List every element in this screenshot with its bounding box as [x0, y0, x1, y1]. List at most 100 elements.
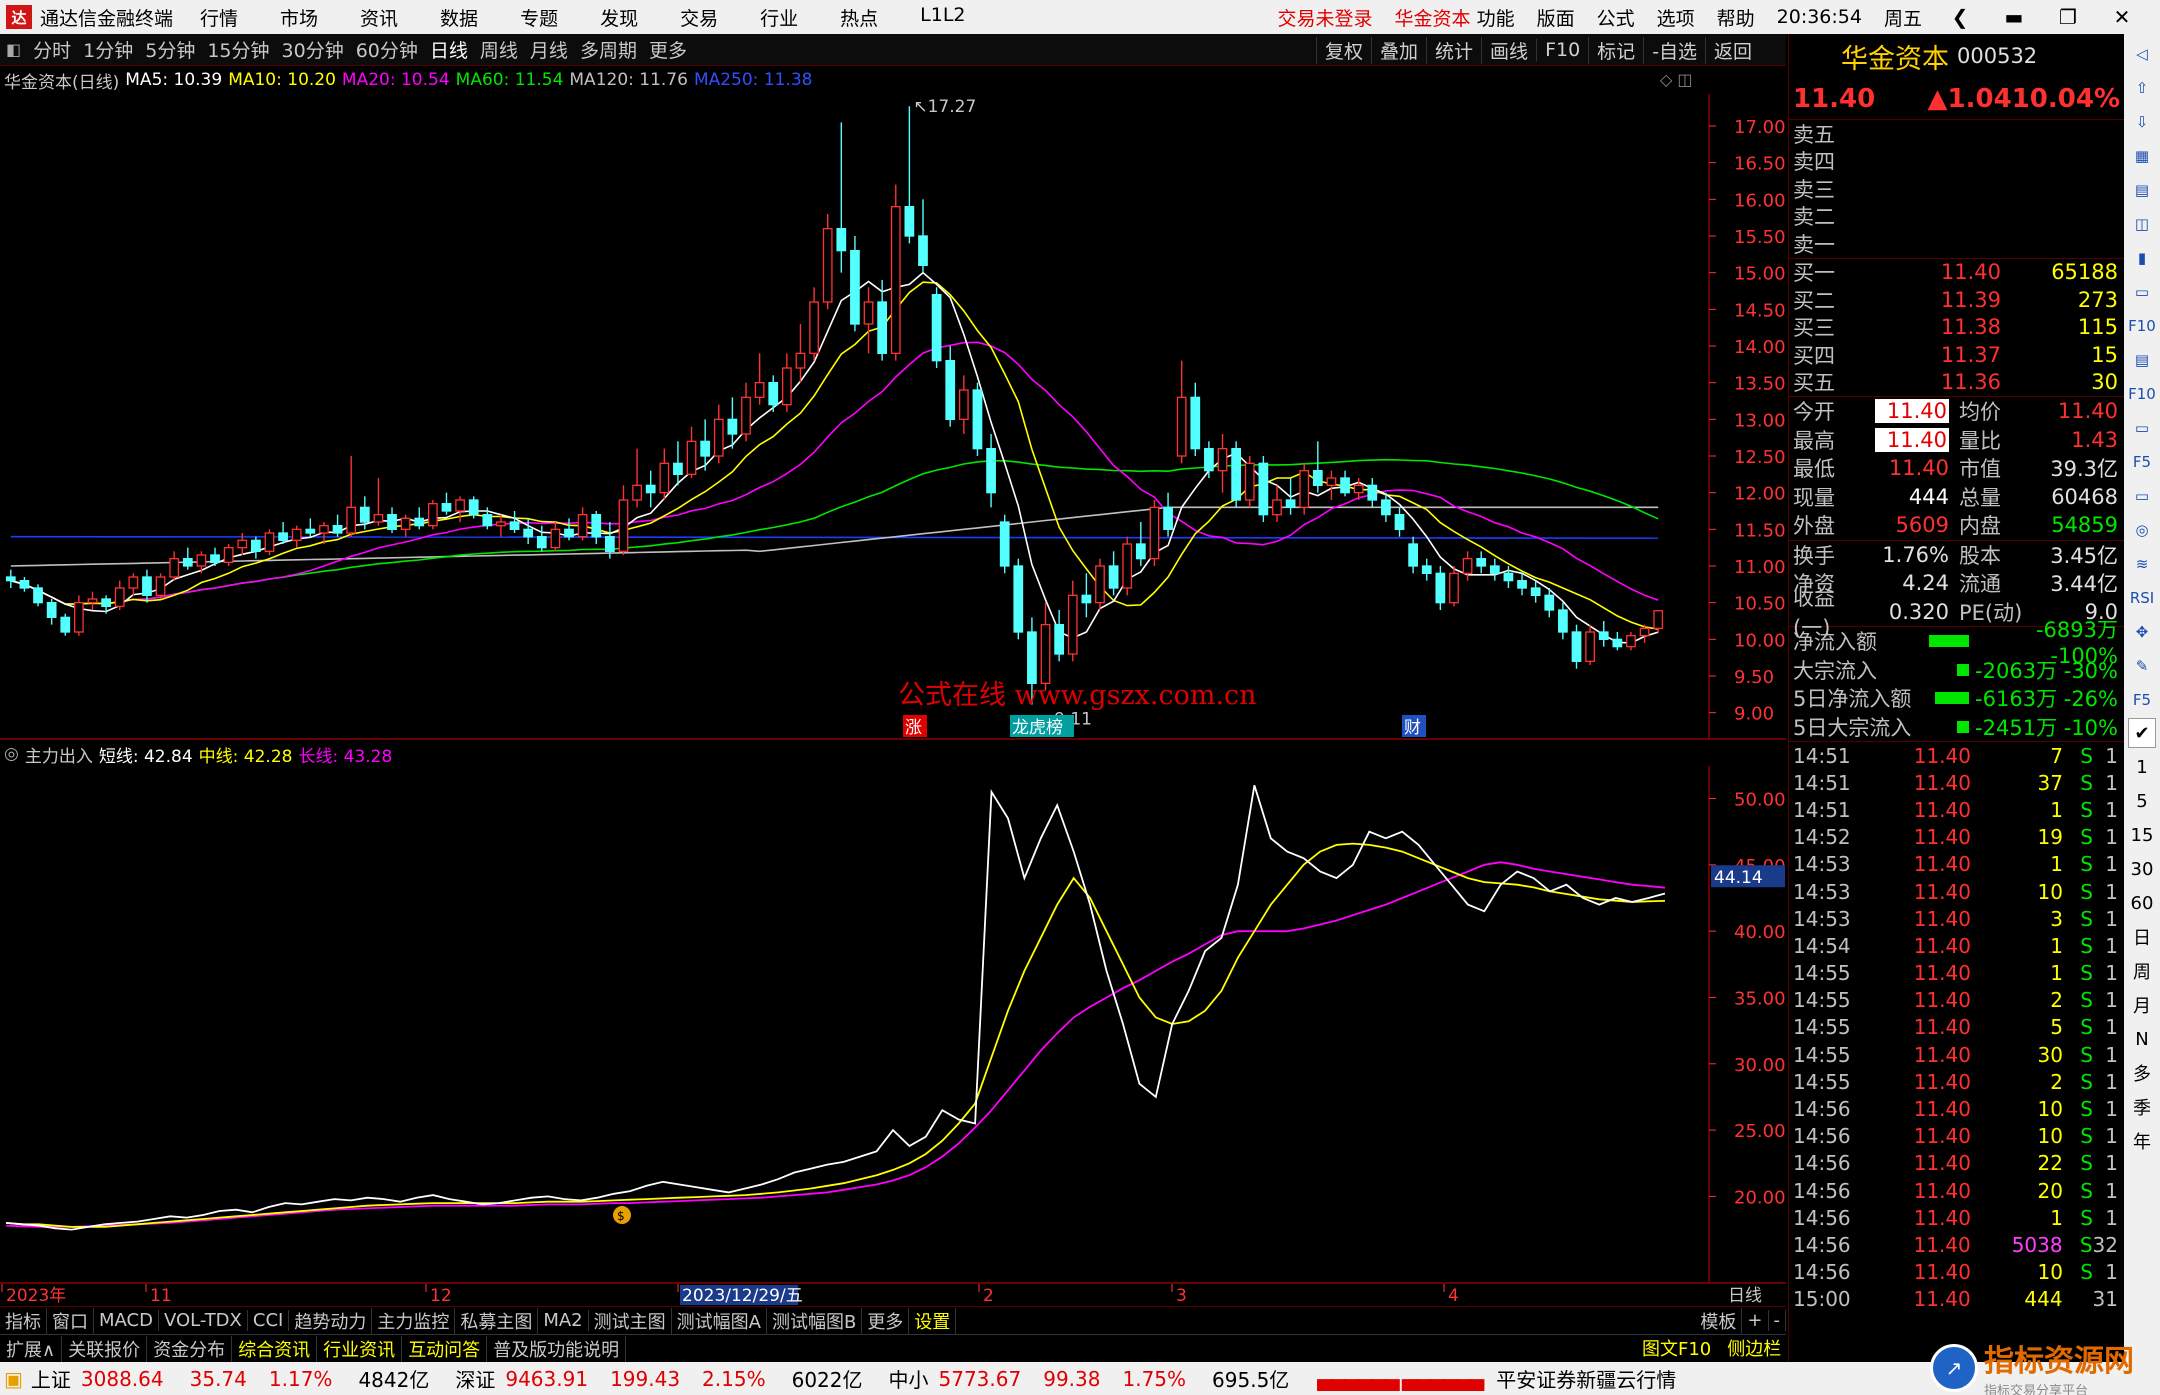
toolbar-icon[interactable]: 月	[2128, 990, 2156, 1020]
period-tab[interactable]: 1分钟	[83, 36, 133, 63]
menu-item[interactable]: L1L2	[920, 4, 965, 31]
info-tab[interactable]: 关联报价	[62, 1335, 148, 1362]
index-icon[interactable]: ▣	[4, 1367, 23, 1391]
zx-label[interactable]: 中小	[889, 1364, 929, 1393]
toolbar-icon[interactable]: 5	[2128, 786, 2156, 816]
status-text[interactable]: 华金资本	[1395, 8, 1471, 30]
toolbar-icon[interactable]: 周	[2128, 956, 2156, 986]
buy-level[interactable]: 买三 11.38 115	[1789, 314, 2124, 342]
right-menu-item[interactable]: 选项	[1657, 4, 1695, 31]
panel-toggle-icon[interactable]: ◧	[6, 40, 21, 59]
indicator-chart[interactable]: 50.0045.0040.0035.0030.0025.0020.0044.14…	[0, 766, 1786, 1282]
period-tab[interactable]: 日线	[430, 36, 468, 63]
indicator-tab[interactable]: MA2	[538, 1310, 589, 1331]
sh-label[interactable]: 上证	[31, 1364, 71, 1393]
toolbar-icon[interactable]: F5	[2128, 448, 2156, 476]
toolbar-icon[interactable]: F5	[2128, 686, 2156, 714]
toolbar-icon[interactable]: ▮	[2128, 244, 2156, 272]
menu-item[interactable]: 资讯	[360, 4, 398, 31]
indicator-tab[interactable]: +	[1742, 1310, 1769, 1331]
period-tab[interactable]: 5分钟	[145, 36, 195, 63]
toolbar-icon[interactable]: ⇧	[2128, 74, 2156, 102]
tick-list[interactable]: 14:51 11.40 7 S 1 14:51 11.40 37 S 1 14:51 11.40 1 S 1…	[1789, 742, 2124, 1313]
info-tab[interactable]: 综合资讯	[232, 1335, 318, 1362]
right-menu-item[interactable]: 公式	[1597, 4, 1635, 31]
toolbar-icon[interactable]: ⇩	[2128, 108, 2156, 136]
close-icon[interactable]: ✕	[2106, 5, 2138, 29]
indicator-tab[interactable]: 模板	[1695, 1307, 1743, 1334]
menu-item[interactable]: 市场	[280, 4, 318, 31]
toolbar-icon[interactable]: ≋	[2128, 550, 2156, 578]
period-tab[interactable]: 周线	[480, 36, 518, 63]
period-tab[interactable]: 15分钟	[207, 36, 269, 63]
indicator-tab[interactable]: 趋势动力	[289, 1307, 373, 1334]
toolbar-icon[interactable]: 季	[2128, 1092, 2156, 1122]
info-tab[interactable]: 互动问答	[402, 1335, 488, 1362]
indicator-toggle-icon[interactable]: ◎	[4, 744, 19, 764]
back-icon[interactable]: ❮	[1944, 5, 1976, 29]
period-tab[interactable]: 30分钟	[282, 36, 344, 63]
buy-level[interactable]: 买二 11.39 273	[1789, 286, 2124, 314]
chart-tool-button[interactable]: 统计	[1426, 36, 1481, 64]
indicator-tab[interactable]: 测试幅图A	[672, 1307, 767, 1334]
chart-tool-button[interactable]: -自选	[1643, 36, 1705, 64]
toolbar-icon[interactable]: 30	[2128, 854, 2156, 884]
toolbar-icon[interactable]: RSI	[2128, 584, 2156, 612]
sell-level[interactable]: 卖一	[1789, 230, 2124, 258]
toolbar-icon[interactable]: 15	[2128, 820, 2156, 850]
right-menu-item[interactable]: 帮助	[1717, 4, 1755, 31]
period-tab[interactable]: 更多	[649, 36, 687, 63]
indicator-tab[interactable]: 私募主图	[455, 1307, 539, 1334]
toolbar-icon[interactable]: ▤	[2128, 176, 2156, 204]
toolbar-icon[interactable]: ▭	[2128, 414, 2156, 442]
toolbar-icon[interactable]: 日	[2128, 922, 2156, 952]
info-tab[interactable]: 扩展∧	[0, 1335, 63, 1362]
toolbar-icon[interactable]: ▦	[2128, 142, 2156, 170]
menu-item[interactable]: 专题	[520, 4, 558, 31]
restore-icon[interactable]: ❐	[2052, 5, 2084, 29]
period-tab[interactable]: 月线	[530, 36, 568, 63]
broker-server[interactable]: 平安证券新疆云行情	[1496, 1364, 1676, 1393]
indicator-tab[interactable]: CCI	[248, 1310, 290, 1331]
right-menu-item[interactable]: 功能	[1477, 4, 1515, 31]
buy-level[interactable]: 买五 11.36 30	[1789, 369, 2124, 397]
sell-level[interactable]: 卖五	[1789, 120, 2124, 148]
toolbar-icon[interactable]: ▭	[2128, 278, 2156, 306]
chart-tool-button[interactable]: 标记	[1588, 36, 1643, 64]
toolbar-icon[interactable]: ◁	[2128, 40, 2156, 68]
right-menu-item[interactable]: 版面	[1537, 4, 1575, 31]
toolbar-icon[interactable]: F10	[2128, 380, 2156, 408]
status-text[interactable]: 交易未登录	[1278, 8, 1373, 30]
toolbar-icon[interactable]: F10	[2128, 312, 2156, 340]
buy-level[interactable]: 买四 11.37 15	[1789, 341, 2124, 369]
info-tab[interactable]: 资金分布	[147, 1335, 233, 1362]
indicator-tab[interactable]: 测试主图	[589, 1307, 672, 1334]
toolbar-icon[interactable]: 多	[2128, 1058, 2156, 1088]
info-tab[interactable]: 普及版功能说明	[487, 1335, 627, 1362]
period-tab[interactable]: 多周期	[580, 36, 637, 63]
indicator-tab[interactable]: 设置	[909, 1307, 957, 1334]
toolbar-icon[interactable]: ▭	[2128, 482, 2156, 510]
sz-label[interactable]: 深证	[455, 1364, 495, 1393]
toolbar-icon[interactable]: ▤	[2128, 346, 2156, 374]
toolbar-icon[interactable]: 1	[2128, 752, 2156, 782]
chart-tool-button[interactable]: 叠加	[1371, 36, 1426, 64]
indicator-tab[interactable]: VOL-TDX	[159, 1310, 248, 1331]
toolbar-icon[interactable]: ✎	[2128, 652, 2156, 680]
sell-level[interactable]: 卖二	[1789, 203, 2124, 231]
toolbar-icon[interactable]: N	[2128, 1024, 2156, 1054]
sell-level[interactable]: 卖三	[1789, 175, 2124, 203]
period-tab[interactable]: 60分钟	[356, 36, 418, 63]
chart-options-icon[interactable]: ◇ ◫	[1660, 70, 1693, 89]
chart-tool-button[interactable]: 画线	[1481, 36, 1536, 64]
chart-tool-button[interactable]: 返回	[1705, 36, 1760, 64]
info-tab[interactable]: 行业资讯	[317, 1335, 403, 1362]
indicator-tab[interactable]: 测试幅图B	[767, 1307, 863, 1334]
menu-item[interactable]: 数据	[440, 4, 478, 31]
toolbar-icon[interactable]: ◫	[2128, 210, 2156, 238]
sell-level[interactable]: 卖四	[1789, 148, 2124, 176]
menu-item[interactable]: 发现	[600, 4, 638, 31]
indicator-tab[interactable]: 窗口	[47, 1307, 94, 1334]
indicator-tab[interactable]: 更多	[862, 1307, 910, 1334]
toolbar-icon[interactable]: ◎	[2128, 516, 2156, 544]
